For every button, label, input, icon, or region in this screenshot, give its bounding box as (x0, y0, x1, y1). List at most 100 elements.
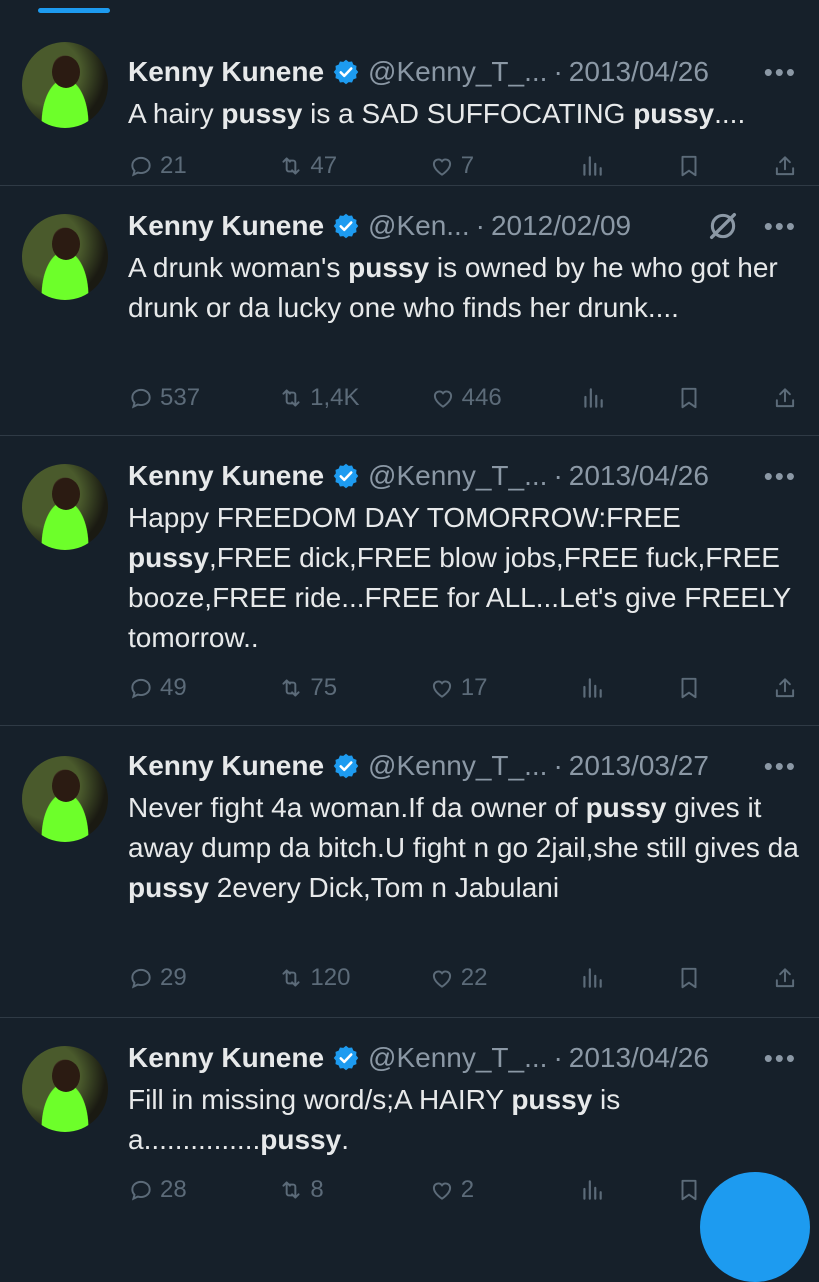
views-button[interactable] (579, 675, 605, 701)
bookmark-button[interactable] (676, 385, 702, 411)
share-icon (775, 678, 795, 698)
reply-button[interactable]: 49 (128, 674, 208, 702)
author-handle[interactable]: @Kenny_T_... (368, 56, 547, 88)
heart-icon (432, 158, 451, 176)
share-button[interactable] (772, 153, 798, 179)
text-segment: A drunk woman's (128, 252, 349, 283)
tweet-actions: 28 8 2 (128, 1174, 798, 1206)
tweet[interactable]: Kenny Kunene @Kenny_T_... · 2013/03/27 •… (0, 726, 819, 1018)
bookmark-icon (681, 1179, 697, 1201)
separator-dot: · (553, 1042, 563, 1073)
like-button[interactable]: 446 (430, 384, 510, 412)
more-options-icon[interactable]: ••• (764, 751, 797, 782)
reply-button[interactable]: 21 (128, 152, 208, 180)
avatar[interactable] (22, 1046, 108, 1132)
tweet-header-actions: ••• (706, 206, 797, 246)
text-segment: .... (714, 98, 746, 129)
grok-icon[interactable] (706, 209, 740, 243)
reply-icon (131, 678, 151, 699)
tweet-date[interactable]: 2013/04/26 (569, 56, 709, 88)
tweet[interactable]: Kenny Kunene @Kenny_T_... · 2013/04/26 •… (0, 1018, 819, 1238)
text-segment: A hairy (128, 98, 222, 129)
avatar[interactable] (22, 464, 108, 550)
views-button[interactable] (579, 153, 605, 179)
views-button[interactable] (579, 1177, 605, 1203)
tweet[interactable]: Kenny Kunene @Ken... · 2012/02/09 ••• A … (0, 186, 819, 436)
tweet-actions: 29 120 22 (128, 962, 798, 994)
author-name[interactable]: Kenny Kunene (128, 460, 324, 492)
more-options-icon[interactable]: ••• (764, 211, 797, 242)
bookmark-button[interactable] (676, 1177, 702, 1203)
like-button[interactable]: 22 (429, 964, 509, 992)
tweet[interactable]: Kenny Kunene @Kenny_T_... · 2013/04/26 •… (0, 18, 819, 186)
text-segment: is a SAD SUFFOCATING (302, 98, 634, 129)
more-options-icon[interactable]: ••• (764, 1043, 797, 1074)
repost-icon (282, 1181, 300, 1199)
reply-icon (131, 388, 151, 409)
reply-count: 29 (160, 964, 187, 991)
repost-button[interactable]: 1,4K (278, 384, 360, 412)
views-button[interactable] (579, 965, 605, 991)
share-button[interactable] (772, 965, 798, 991)
author-handle[interactable]: @Kenny_T_... (368, 750, 547, 782)
reply-button[interactable]: 29 (128, 964, 208, 992)
tweet[interactable]: Kenny Kunene @Kenny_T_... · 2013/04/26 •… (0, 436, 819, 726)
tab-indicator (38, 8, 110, 13)
more-options-icon[interactable]: ••• (764, 57, 797, 88)
author-name[interactable]: Kenny Kunene (128, 56, 324, 88)
bookmark-button[interactable] (676, 153, 702, 179)
repost-icon (282, 679, 300, 697)
heart-icon (432, 970, 451, 988)
tweet-date[interactable]: 2013/04/26 (569, 460, 709, 492)
bookmark-icon (681, 155, 697, 177)
tweet-text: A drunk woman's pussy is owned by he who… (128, 248, 799, 328)
highlighted-term: pussy (128, 872, 209, 903)
like-count: 17 (460, 674, 488, 701)
verified-badge-icon (333, 753, 359, 779)
repost-button[interactable]: 47 (278, 152, 358, 180)
author-name[interactable]: Kenny Kunene (128, 210, 324, 242)
tweet-header-actions: ••• (764, 456, 797, 496)
author-name[interactable]: Kenny Kunene (128, 750, 324, 782)
avatar[interactable] (22, 214, 108, 300)
repost-count: 75 (310, 674, 338, 701)
tweet-date[interactable]: 2013/04/26 (569, 1042, 709, 1074)
avatar[interactable] (22, 756, 108, 842)
repost-button[interactable]: 120 (278, 964, 358, 992)
compose-button[interactable] (700, 1172, 810, 1282)
heart-icon (432, 680, 451, 698)
repost-button[interactable]: 75 (278, 674, 358, 702)
avatar[interactable] (22, 42, 108, 128)
tweet-actions: 49 75 17 (128, 672, 798, 704)
tweet-date[interactable]: 2012/02/09 (491, 210, 631, 242)
views-button[interactable] (580, 385, 606, 411)
author-handle[interactable]: @Kenny_T_... (368, 1042, 547, 1074)
separator-dot: · (553, 750, 563, 781)
share-button[interactable] (772, 675, 798, 701)
repost-count: 120 (310, 964, 351, 991)
like-button[interactable]: 7 (429, 152, 509, 180)
share-button[interactable] (772, 385, 798, 411)
bookmark-button[interactable] (676, 965, 702, 991)
tweet-date[interactable]: 2013/03/27 (569, 750, 709, 782)
separator-dot: · (475, 210, 485, 241)
reply-icon (131, 156, 151, 177)
heart-icon (433, 390, 452, 408)
highlighted-term: pussy (633, 98, 715, 129)
bookmark-button[interactable] (676, 675, 702, 701)
views-chart-icon (583, 678, 602, 698)
heart-icon (432, 1182, 451, 1200)
like-button[interactable]: 17 (429, 674, 509, 702)
more-options-icon[interactable]: ••• (764, 461, 797, 492)
author-handle[interactable]: @Ken... (368, 210, 470, 242)
reply-count: 537 (160, 384, 201, 411)
author-name[interactable]: Kenny Kunene (128, 1042, 324, 1074)
tweet-text: A hairy pussy is a SAD SUFFOCATING pussy… (128, 94, 799, 134)
repost-count: 1,4K (310, 384, 360, 411)
reply-icon (131, 968, 151, 989)
tweet-header-actions: ••• (764, 52, 797, 92)
share-icon (775, 156, 795, 176)
author-handle[interactable]: @Kenny_T_... (368, 460, 547, 492)
separator-dot: · (553, 56, 563, 87)
reply-button[interactable]: 537 (128, 384, 208, 412)
